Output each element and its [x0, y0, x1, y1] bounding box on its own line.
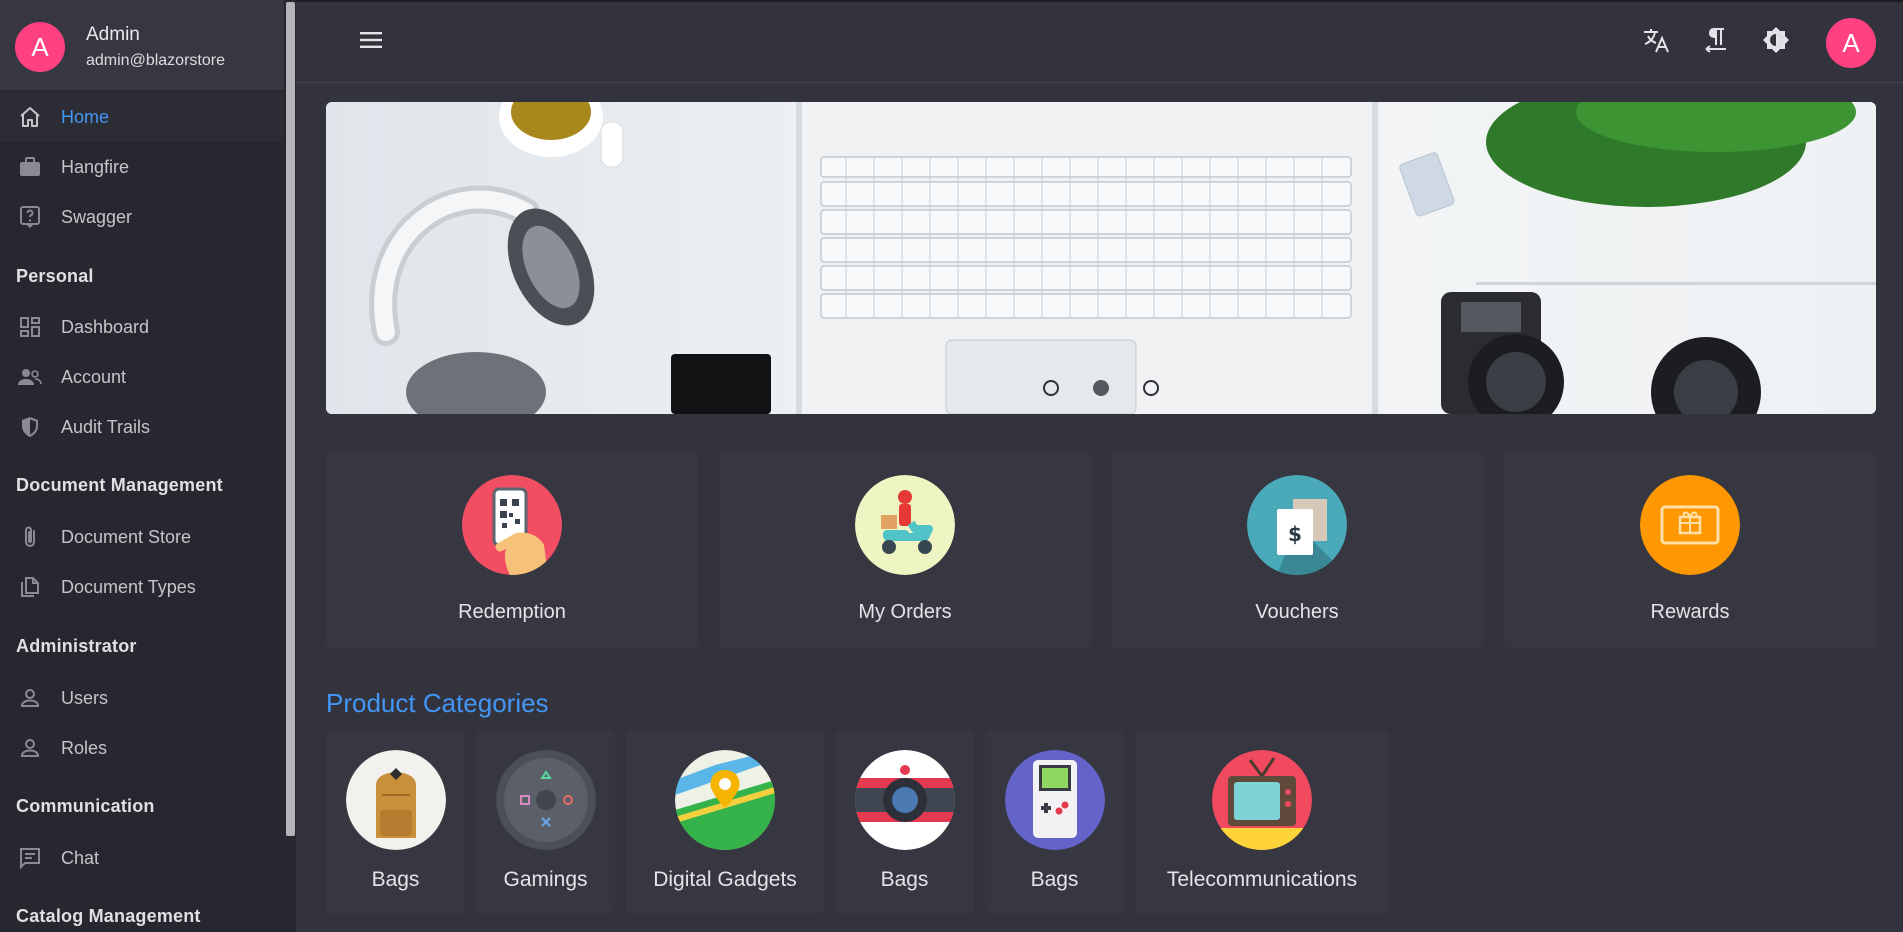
quick-card-my-orders[interactable]: My Orders — [719, 451, 1091, 649]
sidebar-item-label: Roles — [61, 737, 108, 758]
sidebar-user-header: A Admin admin@blazorstore — [0, 0, 284, 90]
svg-text:$: $ — [1288, 522, 1302, 546]
backpack-icon — [346, 750, 446, 850]
top-app-bar: A — [296, 0, 1903, 83]
sidebar-item-label: Home — [61, 106, 110, 127]
sidebar-item-label: Dashboard — [61, 316, 150, 337]
sidebar-item-label: Hangfire — [61, 156, 130, 177]
map-pin-icon — [675, 750, 775, 850]
category-label: Bags — [880, 868, 929, 891]
category-card-gamings[interactable]: Gamings — [476, 730, 615, 914]
sidebar-item-label: Document Types — [61, 576, 196, 597]
sidebar-item-document-types[interactable]: Document Types — [0, 562, 284, 612]
gameboy-icon — [1005, 750, 1105, 850]
gift-card-icon — [1640, 475, 1740, 575]
user-name: Admin — [86, 24, 140, 45]
sidebar-item-label: Account — [61, 366, 127, 387]
section-document-management: Document Management — [16, 475, 223, 495]
theme-toggle-icon — [1761, 25, 1791, 60]
quick-card-label: Rewards — [1650, 601, 1730, 623]
category-label: Telecommunications — [1166, 868, 1358, 891]
sidebar-item-label: Swagger — [61, 206, 133, 227]
sidebar-item-users[interactable]: Users — [0, 673, 284, 723]
dashboard-icon — [17, 314, 43, 340]
carousel-dot-2[interactable] — [1093, 380, 1109, 396]
chat-icon — [17, 845, 43, 871]
section-catalog-management: Catalog Management — [16, 906, 201, 926]
rtl-toggle-button[interactable] — [1696, 22, 1736, 62]
quick-card-rewards[interactable]: Rewards — [1504, 451, 1876, 649]
category-label: Gamings — [503, 868, 588, 891]
camera-icon — [855, 750, 955, 850]
sidebar-item-document-store[interactable]: Document Store — [0, 512, 284, 562]
sidebar-item-dashboard[interactable]: Dashboard — [0, 302, 284, 352]
person-icon — [17, 685, 43, 711]
menu-toggle-button[interactable] — [351, 22, 391, 62]
sidebar-item-swagger[interactable]: Swagger — [0, 192, 284, 242]
quick-card-label: My Orders — [858, 601, 952, 623]
sidebar-item-chat[interactable]: Chat — [0, 833, 284, 883]
category-card-bags-gameboy[interactable]: Bags — [985, 730, 1124, 914]
category-card-digital-gadgets[interactable]: Digital Gadgets — [626, 730, 824, 914]
section-communication: Communication — [16, 796, 155, 816]
help-box-icon — [17, 204, 43, 230]
sidebar-item-audit-trails[interactable]: Audit Trails — [0, 402, 284, 452]
category-card-telecommunications[interactable]: Telecommunications — [1135, 730, 1389, 914]
sidebar-item-label: Users — [61, 687, 109, 708]
category-label: Bags — [371, 868, 420, 891]
paperclip-icon — [17, 524, 43, 550]
sidebar-item-roles[interactable]: Roles — [0, 723, 284, 773]
category-label: Digital Gadgets — [653, 868, 797, 891]
sidebar-scrollbar[interactable] — [286, 2, 295, 836]
gamepad-icon — [496, 750, 596, 850]
product-categories-heading: Product Categories — [326, 688, 549, 718]
profile-avatar-button[interactable]: A — [1826, 18, 1876, 68]
top-edge — [296, 0, 1903, 2]
copy-icon — [17, 574, 43, 600]
voucher-icon: $ — [1247, 475, 1347, 575]
sidebar-item-label: Audit Trails — [61, 416, 151, 437]
shield-icon — [17, 414, 43, 440]
sidebar-item-label: Document Store — [61, 526, 192, 547]
user-email: admin@blazorstore — [86, 52, 225, 69]
quick-card-label: Vouchers — [1255, 601, 1339, 623]
language-button[interactable] — [1636, 22, 1676, 62]
carousel-dot-3[interactable] — [1143, 380, 1159, 396]
briefcase-icon — [17, 154, 43, 180]
delivery-scooter-icon — [855, 475, 955, 575]
user-avatar[interactable]: A — [15, 22, 65, 72]
tv-icon — [1212, 750, 1312, 850]
person-icon — [17, 735, 43, 761]
quick-card-vouchers[interactable]: $ Vouchers — [1111, 451, 1483, 649]
category-card-bags[interactable]: Bags — [326, 730, 465, 914]
quick-card-label: Redemption — [458, 601, 566, 623]
hero-carousel[interactable] — [326, 102, 1876, 414]
category-card-bags-camera[interactable]: Bags — [835, 730, 974, 914]
section-personal: Personal — [16, 266, 94, 286]
sidebar-item-account[interactable]: Account — [0, 352, 284, 402]
home-icon — [17, 104, 43, 130]
sidebar-item-hangfire[interactable]: Hangfire — [0, 142, 284, 192]
banner-image — [326, 102, 1876, 414]
quick-card-redemption[interactable]: Redemption — [326, 451, 698, 649]
sidebar-item-label: Chat — [61, 847, 100, 868]
translate-icon — [1641, 25, 1671, 60]
theme-toggle-button[interactable] — [1756, 22, 1796, 62]
carousel-dot-1[interactable] — [1043, 380, 1059, 396]
menu-icon — [358, 29, 384, 56]
text-direction-icon — [1702, 25, 1730, 60]
sidebar: A Admin admin@blazorstore Home Hangfire … — [0, 0, 296, 932]
qr-phone-icon — [462, 475, 562, 575]
sidebar-item-home[interactable]: Home — [0, 92, 284, 142]
section-administrator: Administrator — [16, 636, 137, 656]
category-label: Bags — [1030, 868, 1079, 891]
account-group-icon — [17, 364, 43, 390]
